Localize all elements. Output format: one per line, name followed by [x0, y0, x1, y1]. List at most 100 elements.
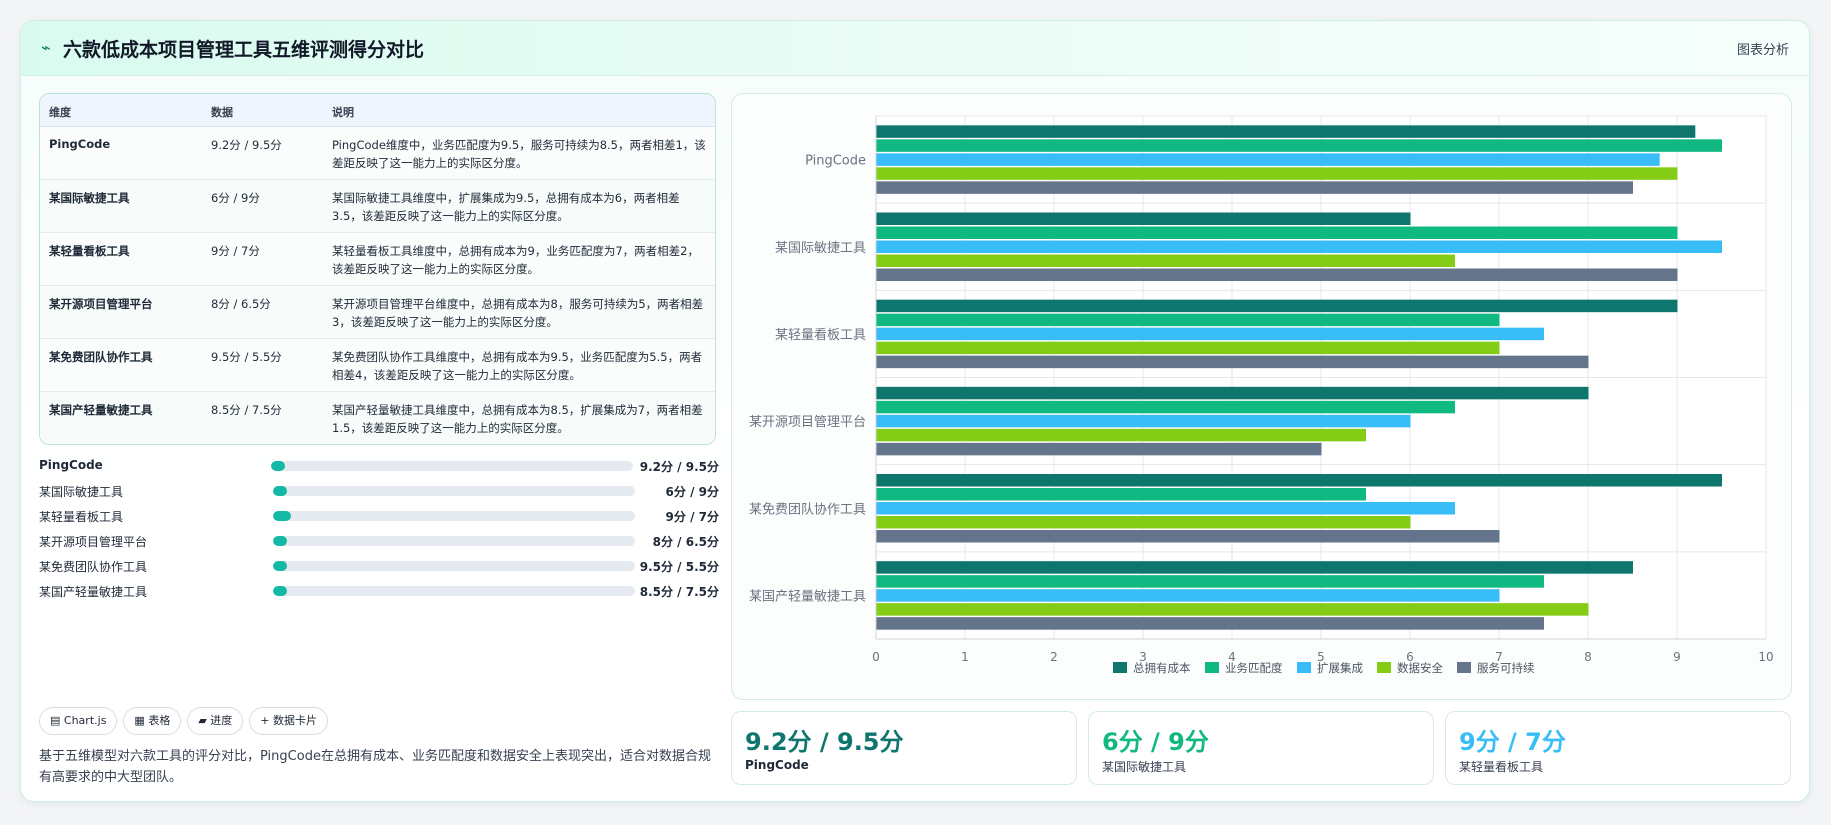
x-tick-label: 8: [1584, 650, 1592, 664]
row-tool-name: 某免费团队协作工具: [49, 350, 153, 364]
y-tick-label: 某免费团队协作工具: [749, 502, 866, 517]
bar-5-1: [876, 575, 1544, 588]
progress-track: [273, 536, 635, 546]
chip-chart[interactable]: ▤ Chart.js: [39, 707, 118, 735]
row-score-value: 9.5分 / 5.5分: [211, 350, 282, 364]
progress-fill: [273, 561, 288, 571]
bar-1-2: [876, 240, 1722, 253]
progress-fill: [273, 486, 288, 496]
progress-row: 某开源项目管理平台 8分 / 6.5分: [39, 531, 719, 551]
progress-fill: [271, 461, 286, 471]
table-row: 某国产轻量敏捷工具 8.5分 / 7.5分 某国产轻量敏捷工具维度中，总拥有成本为8…: [40, 392, 715, 444]
kpi-label: 某轻量看板工具: [1459, 760, 1544, 774]
bar-5-0: [876, 561, 1633, 574]
row-score-value: 6分 / 9分: [211, 191, 260, 205]
bar-2-3: [876, 341, 1500, 355]
y-tick-label: 某轻量看板工具: [775, 327, 866, 343]
progress-row: 某国产轻量敏捷工具 8.5分 / 7.5分: [39, 581, 719, 601]
table-header-data: 数据: [211, 106, 233, 119]
chip-table[interactable]: ▦ 表格: [123, 707, 182, 735]
bar-1-1: [876, 226, 1678, 239]
chip-progress[interactable]: ▰ 进度: [187, 707, 244, 735]
y-tick-label: 某国产轻量敏捷工具: [749, 589, 866, 604]
chip-plus[interactable]: + 数据卡片: [249, 707, 329, 735]
progress-label: 某开源项目管理平台: [39, 535, 148, 549]
bar-2-2: [876, 327, 1544, 341]
card-header: ⌁ 六款低成本项目管理工具五维评测得分对比 图表分析: [21, 21, 1809, 76]
chip-label: Chart.js: [63, 714, 107, 727]
bar-4-2: [876, 502, 1455, 515]
bar-5-3: [876, 603, 1589, 616]
bar-1-3: [876, 254, 1455, 267]
row-description: PingCode维度中，业务匹配度为9.5，服务可持续为8.5，两者相差1，该差…: [332, 138, 706, 170]
bar-5-2: [876, 589, 1500, 602]
bar-1-4: [876, 268, 1678, 281]
bar-2-4: [876, 355, 1589, 369]
kpi-value: 6分 / 9分: [1102, 728, 1209, 756]
table-row: PingCode 9.2分 / 9.5分 PingCode维度中，业务匹配度为9.5…: [40, 127, 715, 180]
bar-0-3: [876, 167, 1678, 180]
plus-icon: +: [260, 714, 270, 727]
progress-track: [273, 586, 635, 596]
table-row: 某轻量看板工具 9分 / 7分 某轻量看板工具维度中，总拥有成本为9，业务匹配度为7…: [40, 233, 715, 286]
legend-swatch: [1297, 662, 1311, 673]
progress-label: 某国产轻量敏捷工具: [39, 585, 148, 599]
chart-analysis-tag: 图表分析: [1736, 43, 1789, 58]
bar-3-0: [876, 386, 1589, 400]
row-description: 某免费团队协作工具维度中，总拥有成本为9.5，业务匹配度为5.5，两者相差4，该…: [332, 350, 703, 382]
y-tick-label: 某国际敏捷工具: [775, 241, 866, 256]
table-header-dimension: 维度: [49, 106, 71, 119]
bar-2-1: [876, 313, 1500, 327]
row-tool-name: 某开源项目管理平台: [49, 297, 153, 311]
bar-3-2: [876, 414, 1411, 428]
bar-3-3: [876, 428, 1366, 442]
bar-5-4: [876, 617, 1544, 630]
kpi-label: PingCode: [745, 758, 809, 772]
row-tool-name: 某国产轻量敏捷工具: [49, 403, 153, 417]
progress-value: 6分 / 9分: [665, 485, 719, 499]
progress-value: 9分 / 7分: [665, 510, 719, 524]
data-table: 维度 数据 说明 PingCode 9.2分 / 9.5分 PingCode维度中，…: [39, 93, 716, 445]
progress-value: 9.2分 / 9.5分: [639, 460, 719, 474]
table-header-description: 说明: [332, 106, 354, 119]
progress-row: 某轻量看板工具 9分 / 7分: [39, 506, 719, 526]
table-row: 某免费团队协作工具 9.5分 / 5.5分 某免费团队协作工具维度中，总拥有成本为9…: [40, 339, 715, 392]
progress-row: PingCode 9.2分 / 9.5分: [39, 456, 719, 476]
table-row: 某国际敏捷工具 6分 / 9分 某国际敏捷工具维度中，扩展集成为9.5，总拥有成本为…: [40, 180, 715, 233]
y-tick-label: PingCode: [805, 154, 866, 169]
summary-text: 基于五维模型对六款工具的评分对比，PingCode在总拥有成本、业务匹配度和数据…: [39, 749, 711, 785]
kpi-value: 9.2分 / 9.5分: [745, 728, 904, 756]
row-description: 某轻量看板工具维度中，总拥有成本为9，业务匹配度为7，两者相差2，该差距反映了这…: [332, 244, 699, 276]
chart-trend-icon: ⌁: [41, 38, 51, 57]
y-tick-label: 某开源项目管理平台: [749, 415, 866, 430]
bar-4-3: [876, 516, 1411, 529]
page-title: 六款低成本项目管理工具五维评测得分对比: [63, 39, 425, 61]
kpi-value: 9分 / 7分: [1459, 728, 1566, 756]
bar-3-4: [876, 442, 1322, 456]
row-description: 某开源项目管理平台维度中，总拥有成本为8，服务可持续为5，两者相差3，该差距反映…: [332, 297, 704, 329]
legend-label: 数据安全: [1397, 661, 1443, 675]
kpi-card: 9分 / 7分某轻量看板工具: [1445, 711, 1791, 785]
bar-4-4: [876, 530, 1500, 543]
table-header: 维度 数据 说明: [40, 94, 715, 127]
legend-swatch: [1113, 662, 1127, 673]
row-score-value: 9分 / 7分: [211, 244, 260, 258]
kpi-card: 9.2分 / 9.5分 PingCode: [731, 711, 1077, 785]
table-icon: ▦: [134, 714, 145, 727]
bar-3-1: [876, 400, 1455, 414]
progress-fill: [273, 536, 288, 546]
legend-label: 总拥有成本: [1133, 661, 1191, 675]
x-tick-label: 1: [961, 650, 969, 664]
row-description: 某国产轻量敏捷工具维度中，总拥有成本为8.5，扩展集成为7，两者相差1.5，该差…: [332, 403, 703, 435]
dashboard-card: ⌁ 六款低成本项目管理工具五维评测得分对比 图表分析 维度 数据 说明 Ping…: [20, 20, 1810, 802]
legend-swatch: [1457, 662, 1471, 673]
progress-label: 某轻量看板工具: [39, 510, 124, 524]
bar-chart: PingCode 某国际敏捷工具 某轻量看板工具某开源项目管理平台 某免费团队协作工具…: [731, 93, 1792, 700]
legend-label: 服务可持续: [1477, 661, 1535, 675]
row-score-value: 8.5分 / 7.5分: [211, 403, 282, 417]
chart-icon: ▤: [50, 714, 61, 727]
x-tick-label: 9: [1673, 650, 1681, 664]
legend-swatch: [1377, 662, 1391, 673]
progress-label: 某免费团队协作工具: [39, 560, 148, 574]
progress-row: 某国际敏捷工具 6分 / 9分: [39, 481, 719, 501]
